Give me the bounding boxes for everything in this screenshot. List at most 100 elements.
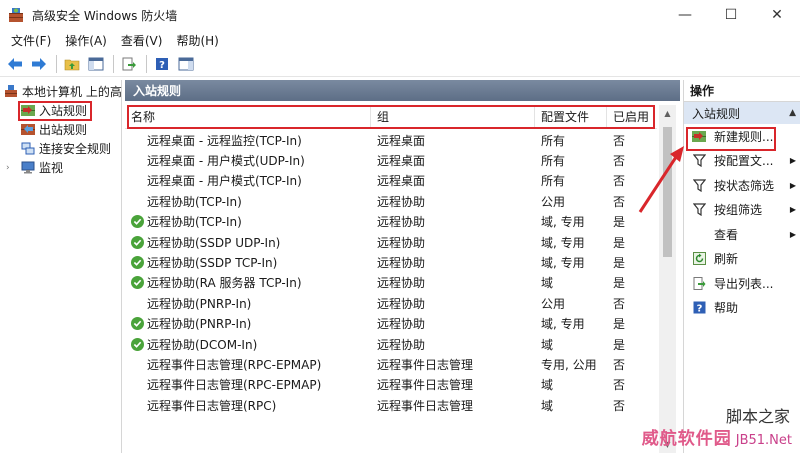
table-row[interactable]: 远程桌面 - 用户模式(UDP-In) 远程桌面 所有否	[125, 150, 657, 170]
rule-profile: 域	[541, 337, 554, 352]
enabled-check-icon	[131, 215, 144, 229]
table-row[interactable]: 远程协助(PNRP-In) 远程协助 域, 专用 是	[125, 314, 657, 334]
rule-group: 远程桌面	[377, 133, 426, 148]
column-header-group[interactable]: 组	[371, 105, 535, 128]
help-icon[interactable]: ?	[151, 53, 173, 75]
action-label: 刷新	[714, 252, 739, 267]
toolbar: ?	[0, 51, 800, 77]
submenu-arrow-icon: ▶	[789, 205, 796, 215]
rule-profile: 域	[541, 398, 554, 413]
cell-name: 远程协助(PNRP-In)	[125, 315, 371, 332]
firewall-node-icon	[4, 85, 18, 98]
action-item[interactable]: 查看 ▶	[684, 222, 800, 247]
svg-text:?: ?	[159, 60, 165, 71]
show-hide-tree-icon[interactable]	[85, 53, 107, 75]
rule-enabled: 否	[613, 398, 626, 413]
up-folder-icon[interactable]	[61, 53, 83, 75]
table-row[interactable]: 远程协助(TCP-In) 远程协助 域, 专用是	[125, 212, 657, 232]
enabled-check-icon	[131, 235, 144, 249]
show-action-pane-icon[interactable]	[175, 53, 197, 75]
cell-name: 远程事件日志管理(RPC-EPMAP)	[125, 356, 371, 373]
tree-item-outbound-rules[interactable]: 出站规则	[0, 120, 121, 139]
minimize-button[interactable]: —	[662, 0, 708, 30]
action-item[interactable]: 按状态筛选 ▶	[684, 173, 800, 198]
toolbar-separator	[56, 54, 57, 73]
tree-item-monitor[interactable]: › 监视	[0, 158, 121, 177]
inbound-rules-highlight: 入站规则	[18, 100, 93, 121]
pane-title: 入站规则	[125, 80, 680, 101]
column-header-profile[interactable]: 配置文件	[535, 105, 607, 128]
table-row[interactable]: 远程协助(SSDP TCP-In) 远程协助 域, 专用 是	[125, 252, 657, 272]
rule-name: 远程协助(PNRP-In)	[147, 317, 252, 332]
export-icon[interactable]	[118, 53, 140, 75]
rule-profile: 域, 专用	[541, 235, 585, 250]
forward-arrow-icon[interactable]	[28, 53, 50, 75]
rule-profile: 公用	[541, 296, 566, 311]
close-button[interactable]: ✕	[754, 0, 800, 30]
table-row[interactable]: 远程事件日志管理(RPC-EPMAP) 远程事件日志管理 专用, 公用 否	[125, 354, 657, 374]
table-row[interactable]: 远程协助(PNRP-In) 远程协助 公用 否	[125, 293, 657, 313]
collapse-caret-icon[interactable]: ▲	[789, 108, 796, 118]
menu-file[interactable]: 文件(F)	[4, 32, 58, 49]
table-row[interactable]: 远程协助(DCOM-In) 远程协助 域 是	[125, 334, 657, 354]
rule-group: 远程协助	[377, 337, 426, 352]
rule-enabled: 是	[613, 337, 626, 352]
enabled-check-icon	[131, 337, 144, 351]
action-label: 按配置文...	[714, 154, 774, 169]
expand-chevron-icon[interactable]: ›	[6, 163, 21, 173]
cell-name: 远程协助(SSDP UDP-In)	[125, 234, 371, 251]
rule-group: 远程协助	[377, 215, 426, 230]
action-item[interactable]: ? 帮助	[684, 296, 800, 321]
rule-group: 远程协助	[377, 194, 426, 209]
enabled-check-icon	[131, 317, 144, 331]
rule-enabled: 否	[613, 378, 626, 393]
watermark-domain: JB51.Net	[735, 433, 792, 448]
table-row[interactable]: 远程桌面 - 远程监控(TCP-In) 远程桌面 所有否	[125, 130, 657, 150]
toolbar-separator	[146, 54, 147, 73]
enabled-check-icon	[131, 256, 144, 270]
annotation-arrow	[638, 146, 684, 213]
inbound-rules-icon	[21, 104, 35, 117]
maximize-button[interactable]: ☐	[708, 0, 754, 30]
enabled-check-icon	[131, 276, 144, 290]
rule-name: 远程事件日志管理(RPC)	[147, 398, 277, 413]
filter-icon	[692, 203, 706, 217]
rule-name: 远程协助(SSDP TCP-In)	[147, 256, 278, 271]
action-item[interactable]: 导出列表...	[684, 271, 800, 296]
actions-section[interactable]: 入站规则 ▲	[684, 102, 800, 124]
rules-list-pane: 入站规则 名称 组 配置文件 已启用 远程桌面 - 远程监控(TCP-In) 远程…	[125, 80, 680, 453]
menu-help[interactable]: 帮助(H)	[169, 32, 225, 49]
back-arrow-icon[interactable]	[4, 53, 26, 75]
action-item[interactable]: 按配置文... ▶	[684, 149, 800, 174]
watermark: 脚本之家 威航软件园 JB51.Net	[642, 407, 792, 449]
rule-group: 远程协助	[377, 317, 426, 332]
action-item[interactable]: 按组筛选 ▶	[684, 198, 800, 223]
refresh-icon	[692, 252, 706, 266]
column-header-name[interactable]: 名称	[125, 105, 371, 128]
outbound-rules-icon	[21, 123, 35, 136]
rule-profile: 域, 专用	[541, 215, 585, 230]
table-row[interactable]: 远程协助(TCP-In) 远程协助 公用否	[125, 191, 657, 211]
rule-enabled: 是	[613, 276, 626, 291]
rule-name: 远程协助(RA 服务器 TCP-In)	[147, 276, 302, 291]
tree-item-inbound-rules[interactable]: 入站规则	[0, 100, 121, 121]
tree-item-connection-security[interactable]: 连接安全规则	[0, 139, 121, 158]
action-label: 导出列表...	[714, 276, 774, 291]
action-label: 按状态筛选	[714, 178, 775, 193]
submenu-arrow-icon: ▶	[789, 180, 796, 190]
rule-group: 远程协助	[377, 296, 426, 311]
menu-action[interactable]: 操作(A)	[58, 32, 114, 49]
tree-root[interactable]: 本地计算机 上的高	[0, 82, 122, 101]
table-row[interactable]: 远程桌面 - 用户模式(TCP-In) 远程桌面 所有否	[125, 171, 657, 191]
rule-profile: 所有	[541, 133, 566, 148]
table-row[interactable]: 远程事件日志管理(RPC-EPMAP) 远程事件日志管理 域 否	[125, 375, 657, 395]
rule-name: 远程协助(PNRP-In)	[147, 296, 252, 311]
action-item[interactable]: 刷新	[684, 247, 800, 272]
blank-icon	[692, 227, 706, 241]
column-header-enabled[interactable]: 已启用	[607, 105, 657, 128]
table-row[interactable]: 远程协助(SSDP UDP-In) 远程协助 域, 专用 是	[125, 232, 657, 252]
table-row[interactable]: 远程协助(RA 服务器 TCP-In) 远程协助 域 是	[125, 273, 657, 293]
scroll-up-icon[interactable]: ▲	[659, 105, 676, 122]
menu-view[interactable]: 查看(V)	[114, 32, 170, 49]
table-row[interactable]: 远程事件日志管理(RPC) 远程事件日志管理 域 否	[125, 395, 657, 415]
